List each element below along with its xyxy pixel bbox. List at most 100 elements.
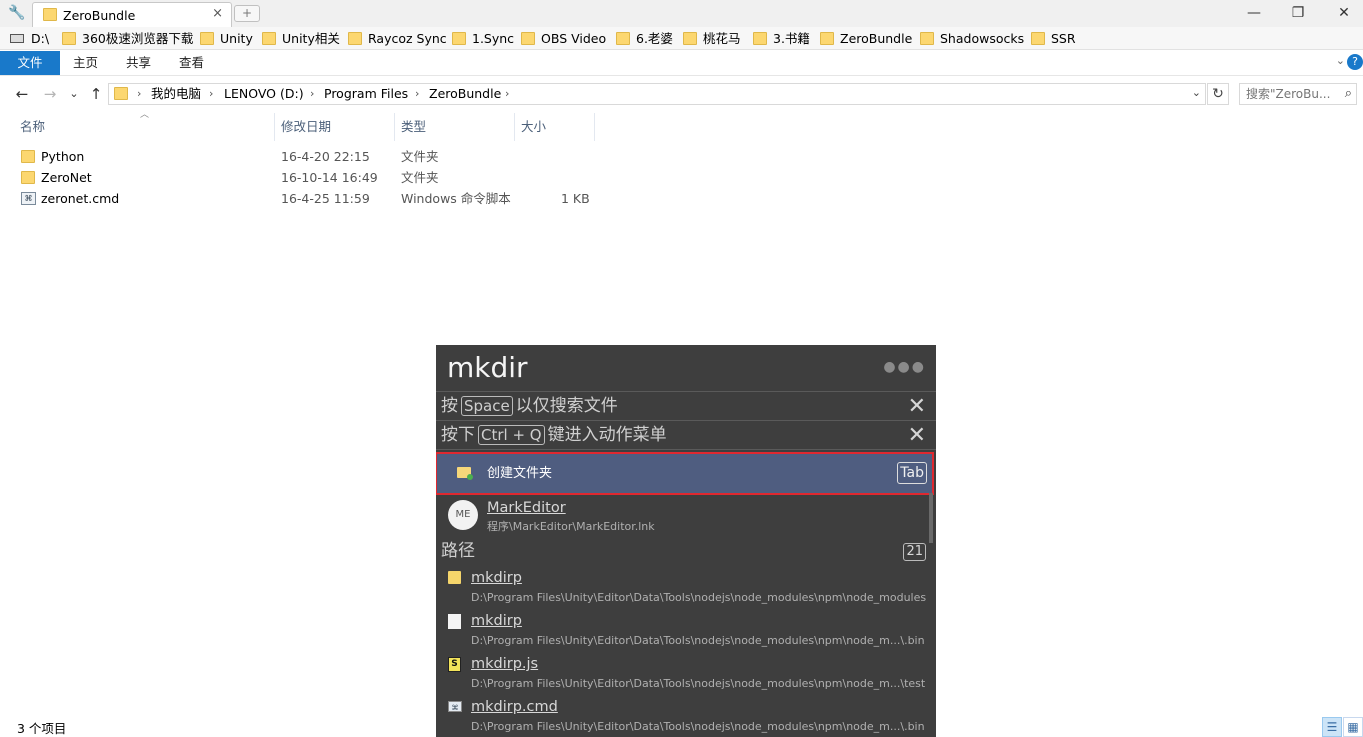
- breadcrumb-separator[interactable]: ›: [310, 86, 314, 102]
- folder-icon: [114, 87, 128, 100]
- ribbon-tab-file[interactable]: 文件: [0, 51, 60, 75]
- hint-ctrl-q: 按下 Ctrl + Q 键进入动作菜单: [441, 422, 667, 448]
- minimize-button[interactable]: —: [1231, 3, 1277, 23]
- file-type: 文件夹: [401, 149, 439, 164]
- js-file-icon: S: [448, 657, 461, 672]
- title-bar: 🔧 ZeroBundle × + — ❐ ✕: [0, 0, 1363, 27]
- back-button[interactable]: ←: [12, 84, 32, 104]
- tab-close-icon[interactable]: ×: [212, 6, 223, 21]
- column-header-size[interactable]: 大小: [521, 113, 546, 141]
- folder-icon: [820, 32, 834, 45]
- folder-icon: [753, 32, 767, 45]
- breadcrumb-zerobundle[interactable]: ZeroBundle: [429, 86, 501, 102]
- ribbon-tab-view[interactable]: 查看: [179, 51, 204, 75]
- tab-zerobundle[interactable]: ZeroBundle ×: [32, 2, 232, 27]
- breadcrumb-separator[interactable]: ›: [505, 86, 509, 102]
- result-path: D:\Program Files\Unity\Editor\Data\Tools…: [471, 634, 925, 647]
- file-size: 1 KB: [561, 191, 590, 206]
- file-row[interactable]: Python 16-4-20 22:15 文件夹: [16, 146, 616, 167]
- key-badge: Space: [461, 396, 513, 416]
- folder-icon: [21, 171, 35, 184]
- recent-locations-button[interactable]: ⌄: [64, 84, 84, 104]
- column-divider[interactable]: [394, 113, 395, 141]
- launcher-query[interactable]: mkdir: [447, 349, 528, 387]
- result-path: D:\Program Files\Unity\Editor\Data\Tools…: [471, 591, 927, 604]
- file-name: ZeroNet: [41, 170, 92, 185]
- breadcrumb-my-computer[interactable]: 我的电脑: [151, 86, 201, 102]
- search-box[interactable]: ⌕: [1239, 83, 1357, 105]
- folder-icon: [62, 32, 76, 45]
- address-bar[interactable]: › 我的电脑 › LENOVO (D:) › Program Files › Z…: [108, 83, 1206, 105]
- breadcrumb-separator[interactable]: ›: [209, 86, 213, 102]
- file-row[interactable]: ZeroNet 16-10-14 16:49 文件夹: [16, 167, 616, 188]
- cmd-file-icon: ⌘: [448, 701, 462, 712]
- result-mkdirp-file[interactable]: mkdirp: [471, 611, 522, 631]
- file-name: zeronet.cmd: [41, 191, 120, 206]
- close-window-button[interactable]: ✕: [1321, 3, 1363, 23]
- folder-icon: [43, 8, 57, 21]
- breadcrumb-separator[interactable]: ›: [137, 86, 141, 102]
- key-badge: Ctrl + Q: [478, 425, 545, 445]
- wrench-icon[interactable]: 🔧: [8, 5, 25, 21]
- divider: [436, 420, 936, 421]
- result-label: 创建文件夹: [487, 466, 553, 481]
- restore-button[interactable]: ❐: [1275, 3, 1321, 23]
- markeditor-app-icon: ME: [448, 500, 478, 530]
- folder-icon: [348, 32, 362, 45]
- more-options-icon[interactable]: ●●●: [883, 359, 926, 375]
- folder-icon: [1031, 32, 1045, 45]
- column-divider[interactable]: [594, 113, 595, 141]
- breadcrumb-separator[interactable]: ›: [415, 86, 419, 102]
- cmd-file-icon: ⌘: [21, 192, 36, 205]
- folder-icon: [448, 571, 461, 584]
- up-button[interactable]: ↑: [86, 84, 106, 104]
- bookmarks-bar: D:\ 360极速浏览器下载 Unity Unity相关 Raycoz Sync…: [0, 27, 1363, 50]
- result-mkdirp-cmd[interactable]: mkdirp.cmd: [471, 697, 558, 717]
- result-path: D:\Program Files\Unity\Editor\Data\Tools…: [471, 720, 925, 733]
- ribbon-tab-share[interactable]: 共享: [126, 51, 151, 75]
- folder-icon: [521, 32, 535, 45]
- chevron-down-icon[interactable]: ⌄: [1192, 86, 1201, 99]
- file-row[interactable]: ⌘ zeronet.cmd 16-4-25 11:59 Windows 命令脚本…: [16, 188, 616, 209]
- close-icon[interactable]: ✕: [908, 394, 926, 420]
- column-header-name[interactable]: 名称: [20, 113, 45, 141]
- result-markeditor[interactable]: MarkEditor: [487, 498, 566, 518]
- result-create-folder[interactable]: 创建文件夹 Tab: [436, 452, 934, 495]
- file-modified: 16-4-25 11:59: [281, 191, 370, 206]
- section-title-path: 路径: [441, 541, 475, 561]
- forward-button[interactable]: →: [40, 84, 60, 104]
- hint-space: 按 Space 以仅搜索文件: [441, 393, 618, 419]
- file-modified: 16-4-20 22:15: [281, 149, 370, 164]
- hint-text: 按下: [441, 425, 475, 445]
- folder-icon: [683, 32, 697, 45]
- hint-text: 以仅搜索文件: [515, 396, 618, 416]
- column-header-modified[interactable]: 修改日期: [281, 113, 331, 141]
- hint-text: 键进入动作菜单: [547, 425, 667, 445]
- large-icons-view-icon[interactable]: ▦: [1343, 717, 1363, 737]
- breadcrumb-program-files[interactable]: Program Files: [324, 86, 408, 102]
- ribbon: 文件 主页 共享 查看 ⌄ ?: [0, 50, 1363, 76]
- sort-arrow-icon: ︿: [140, 110, 150, 120]
- result-path: 程序\MarkEditor\MarkEditor.lnk: [487, 520, 655, 533]
- search-input[interactable]: [1240, 84, 1336, 104]
- divider: [436, 391, 936, 392]
- help-icon[interactable]: ?: [1347, 54, 1363, 70]
- scrollbar[interactable]: [929, 493, 933, 543]
- result-mkdirp-js[interactable]: mkdirp.js: [471, 654, 538, 674]
- result-mkdirp-folder[interactable]: mkdirp: [471, 568, 522, 588]
- column-divider[interactable]: [274, 113, 275, 141]
- refresh-button[interactable]: ↻: [1207, 83, 1229, 105]
- column-header-type[interactable]: 类型: [401, 113, 426, 141]
- ribbon-tab-home[interactable]: 主页: [73, 51, 98, 75]
- search-icon[interactable]: ⌕: [1345, 86, 1352, 101]
- launcher-panel: mkdir ●●● 按 Space 以仅搜索文件 ✕ 按下 Ctrl + Q 键进入动作…: [436, 345, 936, 737]
- folder-icon: [200, 32, 214, 45]
- chevron-down-icon[interactable]: ⌄: [1336, 54, 1345, 67]
- bookmark-drive-d[interactable]: D:\: [31, 30, 49, 48]
- details-view-icon[interactable]: ☰: [1322, 717, 1342, 737]
- folder-icon: [616, 32, 630, 45]
- close-icon[interactable]: ✕: [908, 423, 926, 449]
- breadcrumb-lenovo-d[interactable]: LENOVO (D:): [224, 86, 304, 102]
- new-tab-button[interactable]: +: [234, 5, 260, 22]
- column-divider[interactable]: [514, 113, 515, 141]
